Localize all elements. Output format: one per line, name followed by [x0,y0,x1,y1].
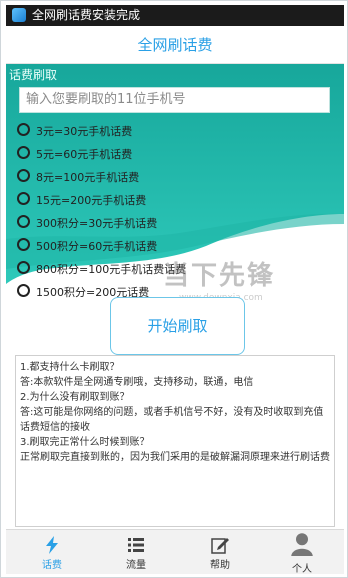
tab-label: 话费 [42,560,62,571]
list-icon [128,538,144,552]
start-button[interactable]: 开始刷取 [110,297,245,355]
status-bar: 全网刷话费安装完成 [6,5,344,26]
option-label: 3元=30元手机话费 [36,125,133,138]
radio-button[interactable] [17,146,30,159]
user-icon [291,533,313,556]
faq-line: 答:这可能是你网络的问题，或者手机信号不好，没有及时收取到充值 [20,407,324,418]
radio-button[interactable] [17,261,30,274]
radio-button[interactable] [17,123,30,136]
faq-line: 2.为什么没有刷取到账？ [20,392,130,403]
section-label: 话费刷取 [9,68,58,82]
radio-button[interactable] [17,284,30,297]
faq-line: 话费短信的接收 [20,422,90,433]
page-title: 全网刷话费 [137,36,213,54]
app-icon [12,8,26,22]
radio-button[interactable] [17,238,30,251]
faq-line: 正常刷取完直接到账的，因为我们采用的是破解漏洞原理来进行刷话费的 [20,452,330,463]
tab-label: 帮助 [210,560,230,571]
radio-button[interactable] [17,169,30,182]
option-label: 300积分=30元手机话费 [36,217,158,230]
watermark: 当下先锋 [163,261,276,291]
tab-help[interactable]: 帮助 [178,530,262,575]
flash-icon [46,536,58,554]
tab-recharge[interactable]: 话费 [10,530,94,575]
tab-traffic[interactable]: 流量 [94,530,178,575]
faq-line: 答:本款软件是全网通专刷哦，支持移动，联通，电信 [20,377,254,388]
faq-line: 1.都支持什么卡刷取？ [20,362,120,373]
tab-profile[interactable]: 个人 [260,530,344,575]
faq-line: 3.刷取完正常什么时候到账？ [20,437,150,448]
option-label: 500积分=60元手机话费 [36,240,158,253]
edit-icon [211,538,229,554]
option-label: 8元=100元手机话费 [36,171,140,184]
tab-label: 个人 [292,564,312,575]
faq-textarea[interactable]: 1.都支持什么卡刷取？ 答:本款软件是全网通专刷哦，支持移动，联通，电信 2.为… [15,355,335,527]
app-frame: 全网刷话费安装完成 全网刷话费 话费刷取 输入您要刷取的11位手机号 3元=30… [0,0,348,578]
radio-button[interactable] [17,215,30,228]
phone-number-input[interactable]: 输入您要刷取的11位手机号 [19,87,330,113]
title-bar: 全网刷话费 [6,26,344,64]
option-label: 15元=200元手机话费 [36,194,147,207]
tab-label: 流量 [126,560,146,571]
bottom-tab-bar: 话费 流量 帮助 个人 [6,529,344,575]
status-notification-text: 全网刷话费安装完成 [32,8,141,22]
radio-button[interactable] [17,192,30,205]
option-label: 5元=60元手机话费 [36,148,133,161]
